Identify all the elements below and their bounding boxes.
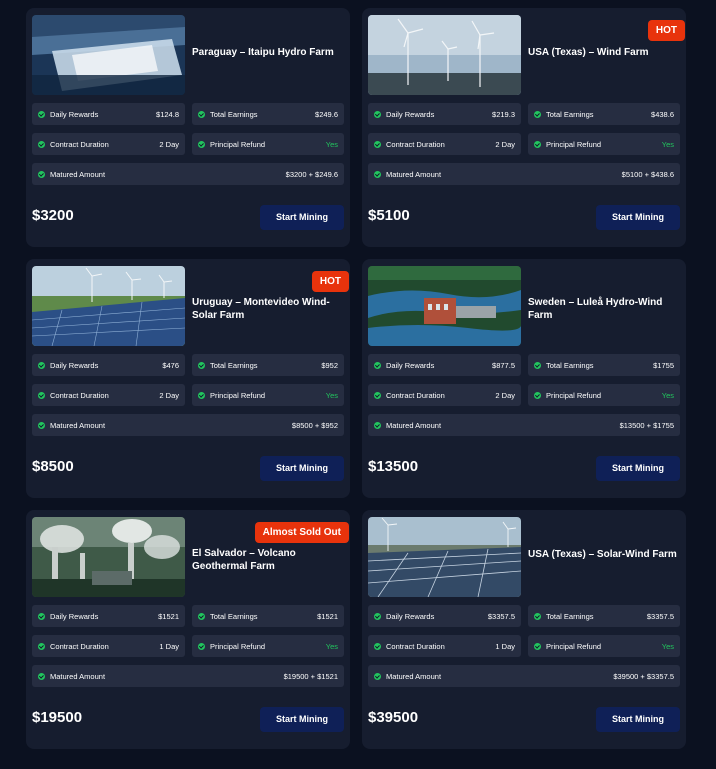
check-icon (38, 110, 45, 118)
daily-rewards-stat: Daily Rewards $1521 (32, 605, 185, 627)
plan-price: $39500 (368, 709, 419, 726)
plan-price: $19500 (32, 709, 83, 726)
principal-refund-stat: Principal Refund Yes (192, 384, 344, 406)
start-mining-button[interactable]: Start Mining (260, 707, 344, 732)
check-icon (374, 361, 381, 369)
check-icon (38, 421, 45, 429)
check-icon (38, 361, 45, 369)
total-earnings-stat: Total Earnings $952 (192, 354, 344, 376)
check-icon (374, 110, 381, 118)
check-icon (198, 361, 205, 369)
check-icon (38, 170, 45, 178)
check-icon (38, 140, 45, 148)
contract-duration-stat: Contract Duration 1 Day (32, 635, 185, 657)
mining-card: USA (Texas) – Wind Farm HOT Daily Reward… (362, 8, 686, 247)
card-title: El Salvador – Volcano Geothermal Farm (192, 548, 296, 572)
contract-duration-stat: Contract Duration 2 Day (32, 133, 185, 155)
check-icon (374, 170, 381, 178)
contract-duration-stat: Contract Duration 2 Day (32, 384, 185, 406)
check-icon (534, 642, 541, 650)
principal-refund-stat: Principal Refund Yes (528, 133, 680, 155)
plan-price: $8500 (32, 458, 74, 475)
check-icon (534, 361, 541, 369)
check-icon (198, 642, 205, 650)
matured-amount-stat: Matured Amount $5100 + $438.6 (368, 163, 680, 185)
principal-refund-stat: Principal Refund Yes (528, 635, 680, 657)
matured-amount-stat: Matured Amount $13500 + $1755 (368, 414, 680, 436)
daily-rewards-stat: Daily Rewards $3357.5 (368, 605, 521, 627)
principal-refund-stat: Principal Refund Yes (192, 133, 344, 155)
mining-card: Paraguay – Itaipu Hydro Farm Daily Rewar… (26, 8, 350, 247)
contract-duration-stat: Contract Duration 2 Day (368, 384, 521, 406)
principal-refund-stat: Principal Refund Yes (192, 635, 344, 657)
daily-rewards-stat: Daily Rewards $476 (32, 354, 185, 376)
card-title: USA (Texas) – Wind Farm (528, 47, 649, 58)
mining-card: USA (Texas) – Solar-Wind Farm Daily Rewa… (362, 510, 686, 749)
matured-amount-stat: Matured Amount $19500 + $1521 (32, 665, 344, 687)
mining-card: Uruguay – Montevideo Wind-Solar Farm HOT… (26, 259, 350, 498)
plan-price: $5100 (368, 207, 410, 224)
mining-card: El Salvador – Volcano Geothermal Farm Al… (26, 510, 350, 749)
dam-waterfall-image (32, 15, 185, 95)
check-icon (534, 140, 541, 148)
check-icon (374, 421, 381, 429)
daily-rewards-stat: Daily Rewards $877.5 (368, 354, 521, 376)
check-icon (534, 110, 541, 118)
check-icon (38, 391, 45, 399)
check-icon (374, 642, 381, 650)
total-earnings-stat: Total Earnings $249.6 (192, 103, 344, 125)
matured-amount-stat: Matured Amount $39500 + $3357.5 (368, 665, 680, 687)
daily-rewards-stat: Daily Rewards $219.3 (368, 103, 521, 125)
card-title: USA (Texas) – Solar-Wind Farm (528, 549, 677, 560)
check-icon (374, 612, 381, 620)
check-icon (38, 672, 45, 680)
check-icon (198, 612, 205, 620)
matured-amount-stat: Matured Amount $3200 + $249.6 (32, 163, 344, 185)
hot-badge: HOT (311, 271, 349, 292)
wind-turbines-image (368, 15, 521, 95)
card-title: Paraguay – Itaipu Hydro Farm (192, 47, 334, 58)
check-icon (198, 140, 205, 148)
matured-amount-stat: Matured Amount $8500 + $952 (32, 414, 344, 436)
principal-refund-stat: Principal Refund Yes (528, 384, 680, 406)
check-icon (38, 612, 45, 620)
start-mining-button[interactable]: Start Mining (596, 707, 680, 732)
total-earnings-stat: Total Earnings $438.6 (528, 103, 680, 125)
start-mining-button[interactable]: Start Mining (596, 456, 680, 481)
start-mining-button[interactable]: Start Mining (596, 205, 680, 230)
total-earnings-stat: Total Earnings $3357.5 (528, 605, 680, 627)
start-mining-button[interactable]: Start Mining (260, 205, 344, 230)
check-icon (198, 391, 205, 399)
hot-badge: HOT (647, 20, 685, 41)
check-icon (534, 391, 541, 399)
card-title: Sweden – Luleå Hydro-Wind Farm (528, 297, 663, 321)
almost-sold-out-badge: Almost Sold Out (254, 522, 349, 543)
solar-panels-turbines-image (32, 266, 185, 346)
plan-price: $13500 (368, 458, 419, 475)
start-mining-button[interactable]: Start Mining (260, 456, 344, 481)
check-icon (374, 140, 381, 148)
plan-price: $3200 (32, 207, 74, 224)
mining-card: Sweden – Luleå Hydro-Wind Farm Daily Rew… (362, 259, 686, 498)
contract-duration-stat: Contract Duration 1 Day (368, 635, 521, 657)
total-earnings-stat: Total Earnings $1521 (192, 605, 344, 627)
check-icon (198, 110, 205, 118)
check-icon (374, 391, 381, 399)
contract-duration-stat: Contract Duration 2 Day (368, 133, 521, 155)
daily-rewards-stat: Daily Rewards $124.8 (32, 103, 185, 125)
check-icon (374, 672, 381, 680)
card-title: Uruguay – Montevideo Wind-Solar Farm (192, 297, 330, 321)
check-icon (534, 612, 541, 620)
check-icon (38, 642, 45, 650)
hydro-plant-river-image (368, 266, 521, 346)
geothermal-plant-steam-image (32, 517, 185, 597)
solar-field-turbines-image (368, 517, 521, 597)
total-earnings-stat: Total Earnings $1755 (528, 354, 680, 376)
